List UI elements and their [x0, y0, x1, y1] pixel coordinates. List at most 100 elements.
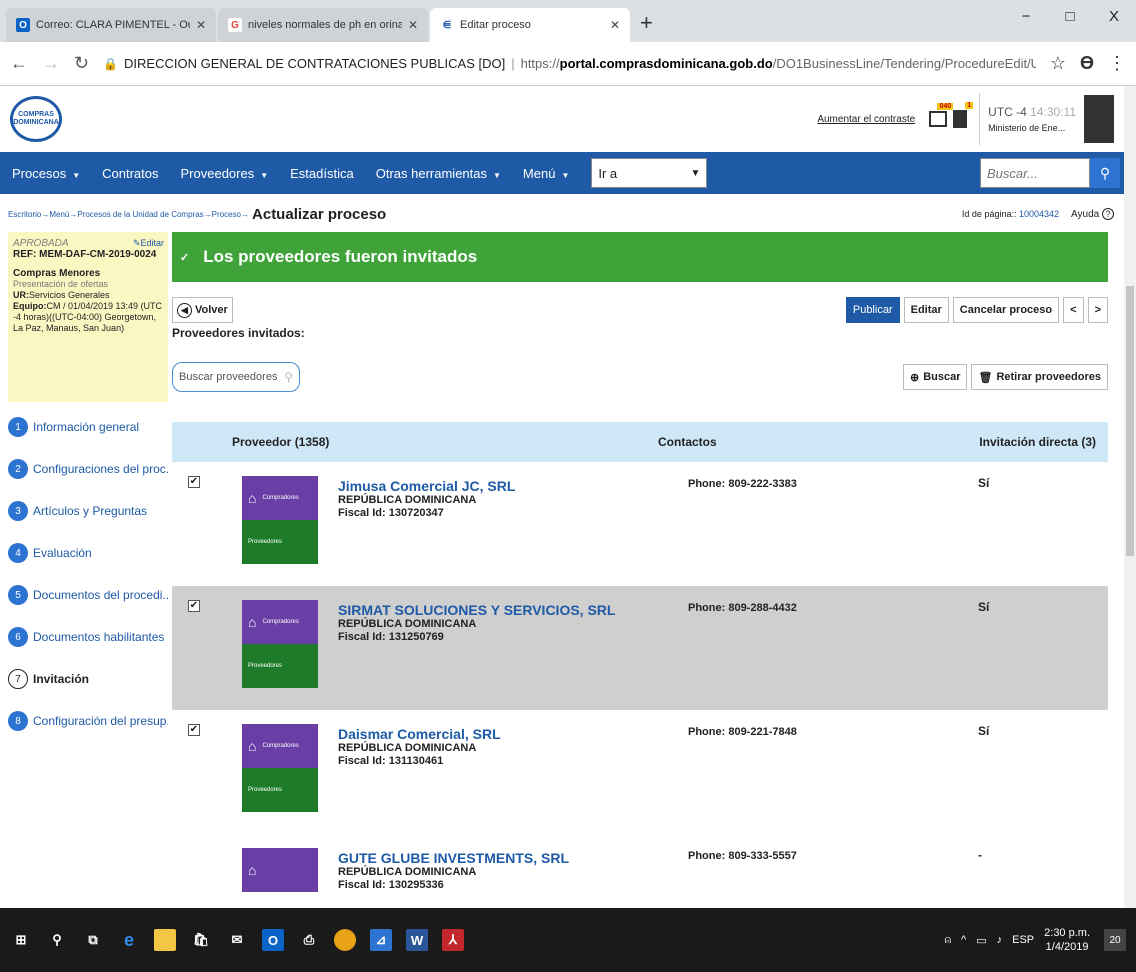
step-invitacion[interactable]: 7 Invitación	[8, 658, 168, 700]
column-contacts[interactable]: Contactos	[658, 435, 938, 449]
tab-title: niveles normales de ph en orina	[248, 19, 402, 31]
next-button[interactable]: >	[1087, 297, 1108, 323]
help-link[interactable]: Ayuda ?	[1071, 208, 1114, 220]
ir-a-select[interactable]: Ir a ▼	[591, 158, 708, 188]
maximize-button[interactable]: □	[1048, 0, 1092, 34]
chevron-up-icon[interactable]: ^	[961, 934, 966, 946]
breadcrumb-procesos-unidad[interactable]: Procesos de la Unidad de Compras	[77, 210, 203, 219]
search-icon[interactable]: ⚲	[1090, 158, 1120, 188]
outlook-icon[interactable]: O	[262, 929, 284, 951]
search-icon[interactable]: ⚲	[46, 929, 68, 951]
step-configuracion-presupuesto[interactable]: 8 Configuración del presup...	[8, 700, 168, 742]
close-window-button[interactable]: X	[1092, 0, 1136, 34]
compras-dominicana-logo[interactable]: COMPRAS DOMINICANA	[10, 96, 62, 142]
mail-icon[interactable]: 040	[929, 103, 954, 127]
row-checkbox[interactable]: ✔	[188, 600, 200, 612]
table-row[interactable]: ⌂ GUTE GLUBE INVESTMENTS, SRL REPÚBLICA …	[172, 834, 1108, 894]
volume-icon[interactable]: ♪	[997, 934, 1003, 946]
store-icon[interactable]: 🛍	[190, 929, 212, 951]
breadcrumb-escritorio[interactable]: Escritorio	[8, 210, 41, 219]
breadcrumb-menu[interactable]: Menú	[49, 210, 69, 219]
step-documentos-procedimiento[interactable]: 5 Documentos del procedi...	[8, 574, 168, 616]
forward-arrow-icon[interactable]: →	[42, 53, 60, 74]
breadcrumb-proceso[interactable]: Proceso	[212, 210, 241, 219]
taskbar-clock[interactable]: 2:30 p.m. 1/4/2019	[1044, 926, 1090, 954]
task-view-icon[interactable]: ⧉	[82, 929, 104, 951]
browser-tab-google[interactable]: G niveles normales de ph en orina ✕	[218, 8, 428, 42]
edit-button[interactable]: Editar	[903, 297, 949, 323]
acrobat-icon[interactable]: ⅄	[442, 929, 464, 951]
step-label: Documentos del procedi...	[33, 588, 168, 602]
step-label: Configuraciones del proc...	[33, 462, 168, 476]
search-providers-button[interactable]: ⊕ Buscar	[902, 364, 968, 390]
edge-icon[interactable]: e	[118, 929, 140, 951]
page-scrollbar[interactable]	[1124, 86, 1136, 908]
profile-icon[interactable]: ϴ	[1080, 53, 1094, 74]
chrome-icon[interactable]	[334, 929, 356, 951]
printer-icon[interactable]: ⎙	[298, 929, 320, 951]
lock-icon: 🔒	[103, 57, 119, 71]
avatar[interactable]	[1084, 95, 1114, 143]
browser-tab-editar-proceso[interactable]: ⋹ Editar proceso ✕	[430, 8, 630, 42]
table-row[interactable]: ✔ ⌂ Compradores Proveedores Jimusa Comerc…	[172, 462, 1108, 586]
network-icon[interactable]: ▭	[976, 934, 986, 947]
step-evaluacion[interactable]: 4 Evaluación	[8, 532, 168, 574]
step-informacion-general[interactable]: 1 Información general	[8, 406, 168, 448]
back-button[interactable]: ◀ Volver	[172, 297, 233, 323]
step-number: 3	[8, 501, 28, 521]
menu-dots-icon[interactable]: ⋮	[1108, 53, 1126, 74]
provider-name-link[interactable]: SIRMAT SOLUCIONES Y SERVICIOS, SRL	[338, 602, 688, 618]
success-message: Los proveedores fueron invitados	[203, 247, 478, 266]
minimize-button[interactable]: −	[1004, 0, 1048, 34]
reload-icon[interactable]: ↻	[74, 53, 89, 74]
nav-menu[interactable]: Menú ▼	[523, 166, 569, 181]
provider-name-link[interactable]: Jimusa Comercial JC, SRL	[338, 478, 688, 494]
close-tab-icon[interactable]: ✕	[196, 18, 206, 32]
contrast-link[interactable]: Aumentar el contraste	[817, 114, 915, 125]
onedrive-icon[interactable]: ⊿	[370, 929, 392, 951]
global-search-input[interactable]	[980, 158, 1090, 188]
nav-otras-herramientas[interactable]: Otras herramientas ▼	[376, 166, 501, 181]
browser-tab-outlook[interactable]: O Correo: CLARA PIMENTEL - Outl ✕	[6, 8, 216, 42]
row-checkbox[interactable]: ✔	[188, 476, 200, 488]
nav-proveedores[interactable]: Proveedores ▼	[181, 166, 269, 181]
nav-procesos[interactable]: Procesos ▼	[12, 166, 80, 181]
edit-status-link[interactable]: ✎Editar	[133, 238, 164, 249]
utc-time: 14:30:11	[1030, 105, 1076, 119]
file-explorer-icon[interactable]	[154, 929, 176, 951]
word-icon[interactable]: W	[406, 929, 428, 951]
step-number: 2	[8, 459, 28, 479]
step-articulos[interactable]: 3 Artículos y Preguntas	[8, 490, 168, 532]
provider-name-link[interactable]: GUTE GLUBE INVESTMENTS, SRL	[338, 850, 688, 866]
new-tab-button[interactable]: +	[640, 10, 653, 36]
row-checkbox[interactable]: ✔	[188, 724, 200, 736]
cancel-process-button[interactable]: Cancelar proceso	[952, 297, 1060, 323]
close-tab-icon[interactable]: ✕	[408, 18, 418, 32]
chevron-down-icon: ▼	[72, 170, 81, 180]
publish-button[interactable]: Publicar	[845, 297, 900, 323]
step-number: 6	[8, 627, 28, 647]
language-indicator[interactable]: ESP	[1012, 934, 1034, 946]
step-documentos-habilitantes[interactable]: 6 Documentos habilitantes	[8, 616, 168, 658]
nav-estadistica[interactable]: Estadística	[290, 166, 354, 181]
table-row[interactable]: ✔ ⌂ Compradores Proveedores SIRMAT SOLUCI…	[172, 586, 1108, 710]
scrollbar-thumb[interactable]	[1126, 286, 1134, 556]
close-tab-icon[interactable]: ✕	[610, 18, 620, 32]
mail-icon[interactable]: ✉	[226, 929, 248, 951]
windows-start-icon[interactable]: ⊞	[10, 929, 32, 951]
step-configuraciones[interactable]: 2 Configuraciones del proc...	[8, 448, 168, 490]
document-icon[interactable]: 1	[953, 102, 974, 128]
column-provider[interactable]: Proveedor (1358)	[172, 435, 658, 449]
column-direct-invitation[interactable]: Invitación directa (3)	[938, 435, 1108, 449]
people-icon[interactable]: ⍝	[944, 934, 951, 947]
nav-contratos[interactable]: Contratos	[102, 166, 158, 181]
previous-button[interactable]: <	[1063, 297, 1084, 323]
provider-search-input[interactable]: Buscar proveedores ⚲	[172, 362, 300, 392]
provider-name-link[interactable]: Daismar Comercial, SRL	[338, 726, 688, 742]
table-row[interactable]: ✔ ⌂ Compradores Proveedores Daismar Comer…	[172, 710, 1108, 834]
bookmark-star-icon[interactable]: ☆	[1050, 53, 1066, 74]
remove-providers-button[interactable]: 🗑 Retirar proveedores	[971, 364, 1108, 390]
notifications-icon[interactable]: 20	[1104, 929, 1126, 951]
back-arrow-icon[interactable]: ←	[10, 53, 28, 74]
url-field[interactable]: 🔒 DIRECCION GENERAL DE CONTRATACIONES PUB…	[103, 56, 1036, 71]
